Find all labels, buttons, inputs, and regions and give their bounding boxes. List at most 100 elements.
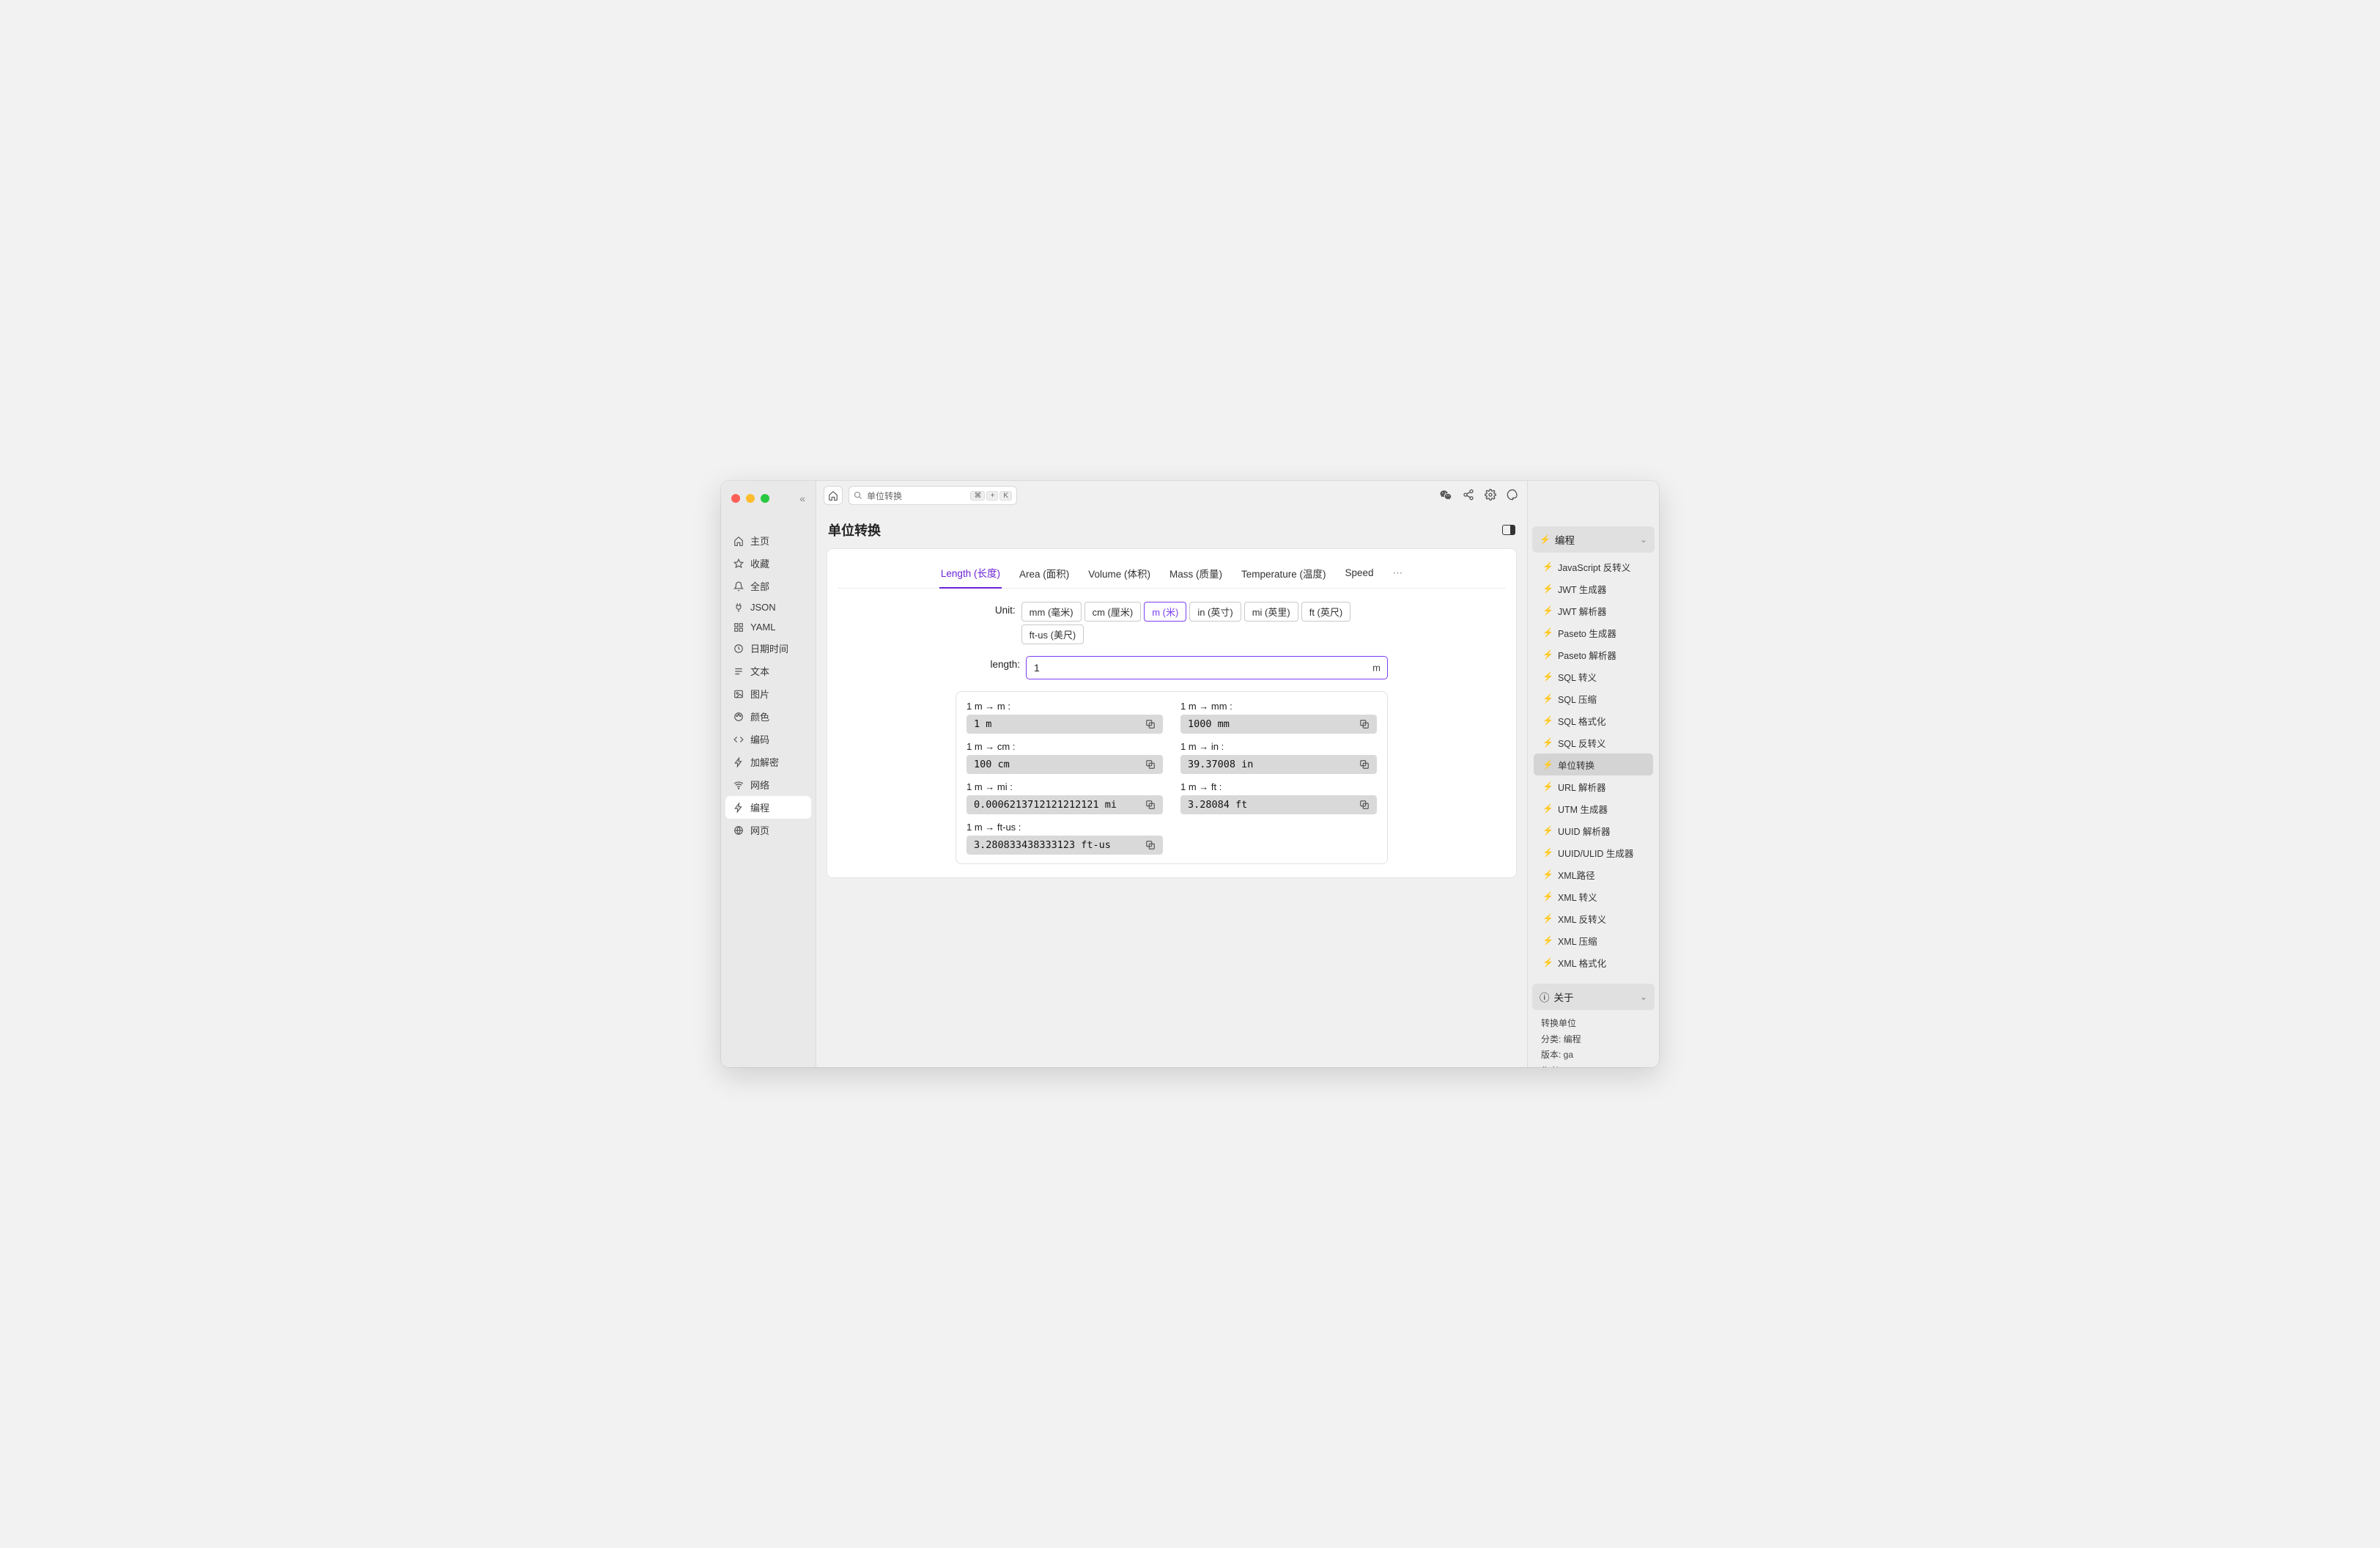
nav-item-image[interactable]: 图片 bbox=[725, 682, 811, 705]
collapse-sidebar-button[interactable]: « bbox=[799, 493, 805, 504]
tool-item[interactable]: ⚡UUID/ULID 生成器 bbox=[1534, 841, 1653, 863]
unit-chip[interactable]: in (英寸) bbox=[1189, 602, 1241, 622]
tool-label: JWT 解析器 bbox=[1558, 604, 1606, 618]
unit-chip[interactable]: ft (英尺) bbox=[1301, 602, 1351, 622]
nav-label: 编码 bbox=[750, 732, 769, 746]
topbar-actions bbox=[1439, 489, 1520, 502]
tool-label: XML 转义 bbox=[1558, 890, 1597, 904]
nav-item-palette[interactable]: 颜色 bbox=[725, 705, 811, 728]
unit-chip[interactable]: mi (英里) bbox=[1244, 602, 1298, 622]
search-placeholder: 单位转换 bbox=[867, 490, 902, 502]
result-label: 1 m → mm : bbox=[1180, 701, 1377, 712]
zoom-window-button[interactable] bbox=[761, 494, 769, 503]
length-row: length: m bbox=[956, 656, 1388, 679]
tool-item[interactable]: ⚡UUID 解析器 bbox=[1534, 819, 1653, 841]
tool-item[interactable]: ⚡SQL 反转义 bbox=[1534, 731, 1653, 753]
nav-item-globe[interactable]: 网页 bbox=[725, 819, 811, 841]
nav-item-clock[interactable]: 日期时间 bbox=[725, 637, 811, 660]
nav-item-star[interactable]: 收藏 bbox=[725, 552, 811, 575]
nav-item-text[interactable]: 文本 bbox=[725, 660, 811, 682]
nav-item-code[interactable]: 编码 bbox=[725, 728, 811, 751]
tool-item[interactable]: ⚡XML 压缩 bbox=[1534, 929, 1653, 951]
app-window: « 主页收藏全部 JSON YAML 日期时间文本图片颜色编码加解密网络编程网页 单位… bbox=[721, 481, 1659, 1067]
result-block: 1 m → in : 39.37008 in bbox=[1180, 741, 1377, 774]
tool-label: Paseto 生成器 bbox=[1558, 626, 1616, 640]
nav-item-bolt[interactable]: 加解密 bbox=[725, 751, 811, 773]
settings-icon[interactable] bbox=[1485, 489, 1496, 502]
tab[interactable]: Mass (质量) bbox=[1168, 560, 1224, 588]
unit-chip[interactable]: ft-us (美尺) bbox=[1021, 624, 1084, 644]
nav-item-bolt[interactable]: 编程 bbox=[725, 796, 811, 819]
top-bar: 单位转换 ⌘ + K bbox=[816, 481, 1527, 510]
theme-icon[interactable] bbox=[1507, 489, 1518, 502]
bolt-icon: ⚡ bbox=[1542, 605, 1553, 616]
result-block: 1 m → cm : 100 cm bbox=[967, 741, 1163, 774]
copy-icon[interactable] bbox=[1359, 719, 1370, 729]
code-icon bbox=[733, 734, 744, 745]
about-title: 关于 bbox=[1554, 989, 1574, 1004]
home-button[interactable] bbox=[824, 486, 843, 505]
search-box[interactable]: 单位转换 ⌘ + K bbox=[849, 486, 1017, 505]
result-label: 1 m → ft-us : bbox=[967, 822, 1163, 833]
tool-item[interactable]: ⚡XML 格式化 bbox=[1534, 951, 1653, 973]
nav-item-grid[interactable]: YAML bbox=[725, 617, 811, 637]
tool-item[interactable]: ⚡SQL 压缩 bbox=[1534, 688, 1653, 710]
tool-item[interactable]: ⚡SQL 格式化 bbox=[1534, 710, 1653, 731]
tool-label: XML 反转义 bbox=[1558, 912, 1606, 926]
copy-icon[interactable] bbox=[1359, 759, 1370, 770]
about-header[interactable]: ⓘ 关于 ⌄ bbox=[1532, 984, 1655, 1010]
bell-icon bbox=[733, 581, 744, 591]
tool-item[interactable]: ⚡Paseto 解析器 bbox=[1534, 644, 1653, 666]
nav-item-wifi[interactable]: 网络 bbox=[725, 773, 811, 796]
tab[interactable]: Area (面积) bbox=[1018, 560, 1071, 588]
tool-item[interactable]: ⚡XML 转义 bbox=[1534, 885, 1653, 907]
copy-icon[interactable] bbox=[1145, 840, 1156, 850]
toggle-right-panel-icon[interactable] bbox=[1502, 525, 1515, 535]
category-header[interactable]: ⚡ 编程 ⌄ bbox=[1532, 526, 1655, 553]
tab[interactable]: Volume (体积) bbox=[1087, 560, 1152, 588]
tabs-more-button[interactable]: ⋯ bbox=[1392, 561, 1405, 586]
share-icon[interactable] bbox=[1463, 489, 1474, 502]
copy-icon[interactable] bbox=[1145, 800, 1156, 810]
result-label: 1 m → cm : bbox=[967, 741, 1163, 752]
nav-item-bell[interactable]: 全部 bbox=[725, 575, 811, 597]
unit-chip[interactable]: cm (厘米) bbox=[1084, 602, 1142, 622]
tool-item[interactable]: ⚡单位转换 bbox=[1534, 753, 1653, 775]
tool-item[interactable]: ⚡ JWT 解析器 bbox=[1534, 600, 1653, 622]
nav-label: 全部 bbox=[750, 579, 769, 593]
tab[interactable]: Length (长度) bbox=[939, 559, 1002, 589]
star-icon bbox=[733, 559, 744, 569]
length-input[interactable] bbox=[1026, 656, 1388, 679]
tool-item[interactable]: ⚡UTM 生成器 bbox=[1534, 797, 1653, 819]
result-label: 1 m → m : bbox=[967, 701, 1163, 712]
tool-label: 单位转换 bbox=[1558, 758, 1594, 772]
unit-chip[interactable]: mm (毫米) bbox=[1021, 602, 1082, 622]
bolt-icon: ⚡ bbox=[1542, 583, 1553, 594]
tool-item[interactable]: ⚡ Paseto 生成器 bbox=[1534, 622, 1653, 644]
tab[interactable]: Temperature (温度) bbox=[1240, 560, 1328, 588]
tab[interactable]: Speed bbox=[1344, 561, 1375, 586]
bolt-icon: ⚡ bbox=[1542, 869, 1553, 880]
tool-item[interactable]: ⚡URL 解析器 bbox=[1534, 775, 1653, 797]
tool-item[interactable]: ⚡XML 反转义 bbox=[1534, 907, 1653, 929]
nav-label: YAML bbox=[750, 622, 775, 633]
tool-item[interactable]: ⚡SQL 转义 bbox=[1534, 666, 1653, 688]
search-icon bbox=[854, 491, 862, 500]
copy-icon[interactable] bbox=[1145, 719, 1156, 729]
bolt-icon: ⚡ bbox=[1542, 627, 1553, 638]
plug-icon bbox=[733, 602, 744, 613]
bolt-icon: ⚡ bbox=[1540, 534, 1551, 545]
unit-chip[interactable]: m (米) bbox=[1144, 602, 1186, 622]
tool-item[interactable]: ⚡JWT 生成器 bbox=[1534, 578, 1653, 600]
nav-item-home[interactable]: 主页 bbox=[725, 529, 811, 552]
tool-item[interactable]: ⚡XML路径 bbox=[1534, 863, 1653, 885]
nav-item-plug[interactable]: JSON bbox=[725, 597, 811, 617]
page-header: 单位转换 bbox=[816, 510, 1527, 544]
wechat-icon[interactable] bbox=[1439, 489, 1452, 502]
result-value: 39.37008 in bbox=[1180, 755, 1377, 774]
minimize-window-button[interactable] bbox=[746, 494, 755, 503]
tool-item[interactable]: ⚡JavaScript 反转义 bbox=[1534, 556, 1653, 578]
copy-icon[interactable] bbox=[1359, 800, 1370, 810]
close-window-button[interactable] bbox=[731, 494, 740, 503]
copy-icon[interactable] bbox=[1145, 759, 1156, 770]
